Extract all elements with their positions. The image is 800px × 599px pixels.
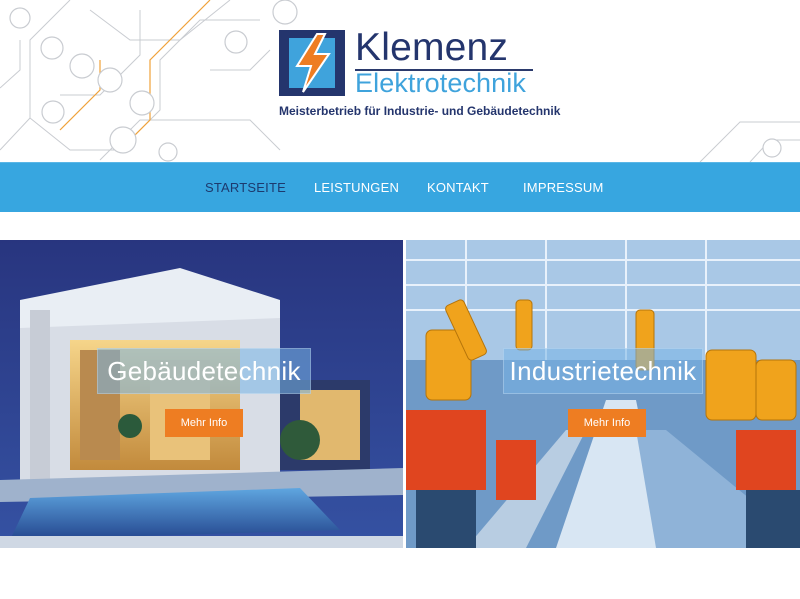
brand-subtitle: Elektrotechnik bbox=[355, 68, 526, 98]
modern-house-image bbox=[0, 240, 403, 548]
panel-gebaeudetechnik[interactable]: Gebäudetechnik Mehr Info bbox=[0, 240, 403, 548]
lightning-logo-icon bbox=[279, 30, 345, 96]
site-header: Klemenz Elektrotechnik Meisterbetrieb fü… bbox=[0, 0, 800, 162]
brand-logo[interactable]: Klemenz Elektrotechnik Meisterbetrieb fü… bbox=[279, 26, 561, 122]
panel-title: Industrietechnik bbox=[503, 348, 703, 394]
panel-title: Gebäudetechnik bbox=[97, 348, 311, 394]
panel-industrietechnik[interactable]: Industrietechnik Mehr Info bbox=[406, 240, 800, 548]
nav-item-kontakt[interactable]: KONTAKT bbox=[427, 180, 489, 195]
nav-item-impressum[interactable]: IMPRESSUM bbox=[523, 180, 604, 195]
main-navigation: STARTSEITE LEISTUNGEN KONTAKT IMPRESSUM bbox=[0, 162, 800, 212]
brand-name: Klemenz bbox=[355, 26, 509, 69]
brand-tagline: Meisterbetrieb für Industrie- und Gebäud… bbox=[279, 104, 561, 118]
nav-item-startseite[interactable]: STARTSEITE bbox=[205, 180, 286, 195]
nav-item-leistungen[interactable]: LEISTUNGEN bbox=[314, 180, 399, 195]
industrial-robots-image bbox=[406, 240, 800, 548]
mehr-info-button[interactable]: Mehr Info bbox=[568, 409, 646, 437]
mehr-info-button[interactable]: Mehr Info bbox=[165, 409, 243, 437]
